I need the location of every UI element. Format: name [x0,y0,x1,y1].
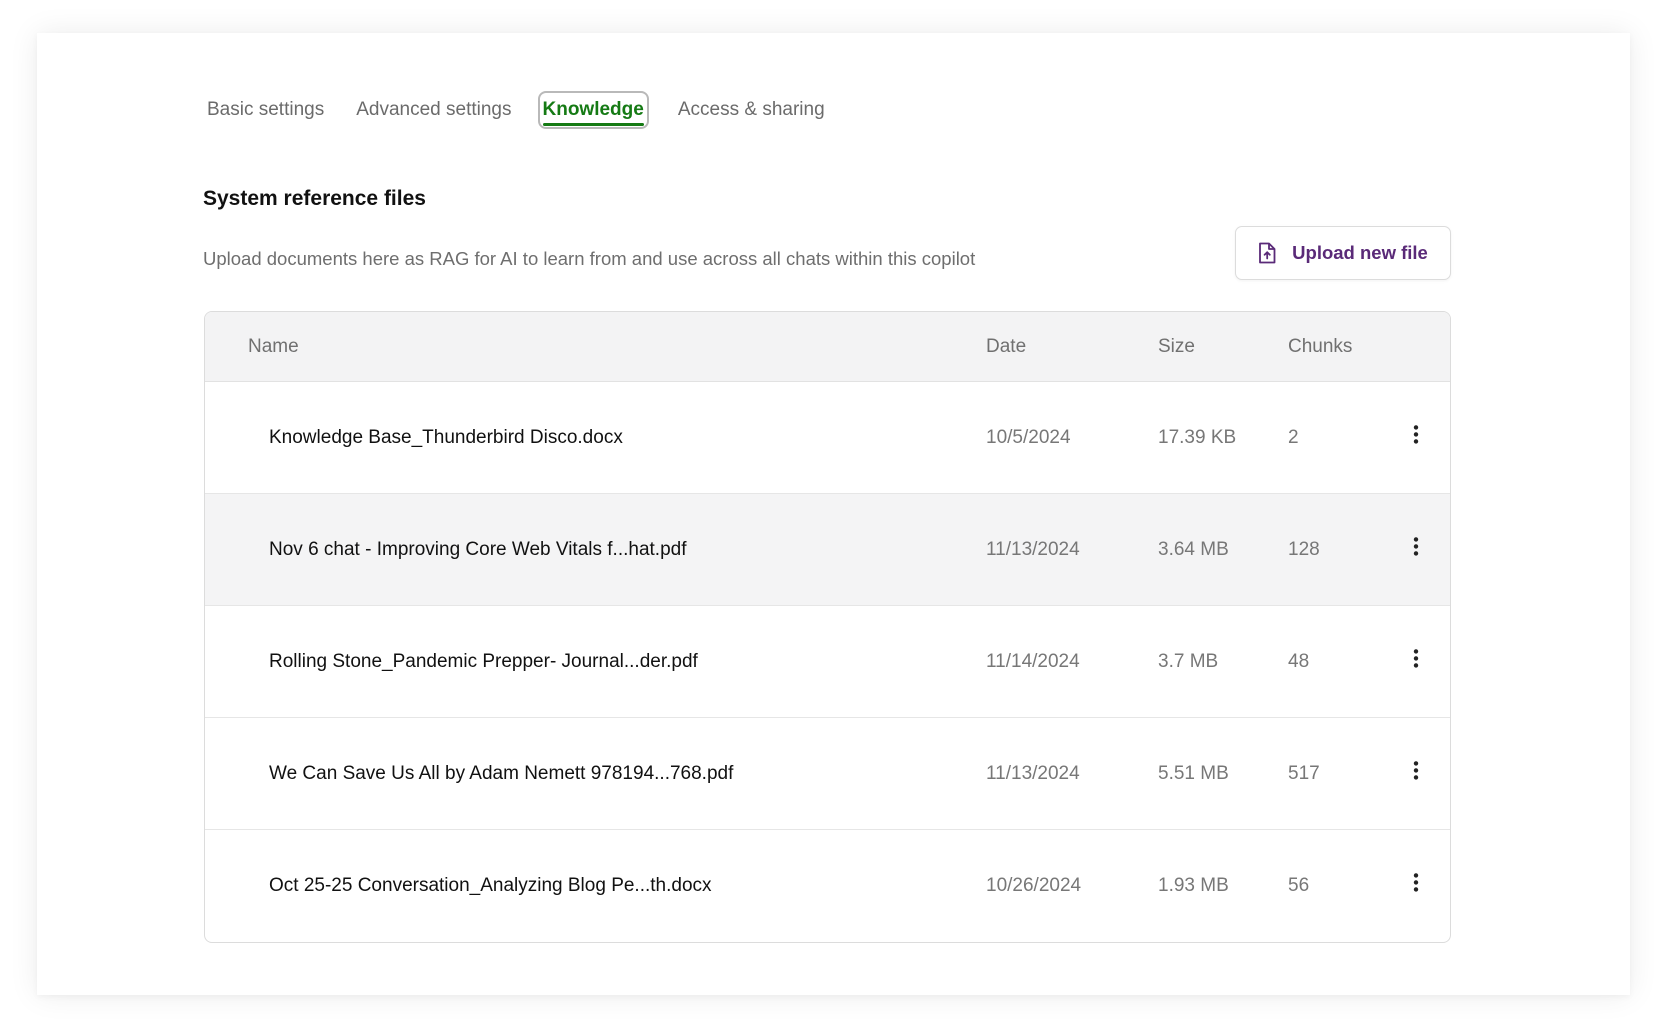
more-options-icon[interactable] [1405,755,1427,785]
file-date: 10/26/2024 [986,875,1082,896]
table-row[interactable]: Rolling Stone_Pandemic Prepper- Journal.… [205,606,1450,718]
settings-card: Basic settings Advanced settings Knowled… [37,33,1630,995]
column-header-size[interactable]: Size [1158,336,1195,358]
file-date: 11/14/2024 [986,650,1080,672]
file-name: Rolling Stone_Pandemic Prepper- Journal.… [269,650,698,672]
table-row[interactable]: Oct 25-25 Conversation_Analyzing Blog Pe… [205,830,1450,942]
file-chunks: 2 [1288,426,1299,448]
file-chunks: 128 [1288,538,1320,560]
file-size: 3.7 MB [1158,650,1219,672]
section-description: Upload documents here as RAG for AI to l… [203,248,976,269]
file-size: 1.93 MB [1158,875,1229,896]
more-options-icon[interactable] [1405,531,1427,561]
column-header-date[interactable]: Date [986,336,1026,358]
upload-button-label: Upload new file [1292,242,1428,263]
file-date: 10/5/2024 [986,426,1071,448]
file-date: 11/13/2024 [986,762,1080,784]
tab-basic-settings[interactable]: Basic settings [203,91,328,129]
table-row[interactable]: Nov 6 chat - Improving Core Web Vitals f… [205,494,1450,606]
file-name: Knowledge Base_Thunderbird Disco.docx [269,426,623,448]
upload-new-file-button[interactable]: Upload new file [1235,226,1451,280]
table-row[interactable]: Knowledge Base_Thunderbird Disco.docx 10… [205,382,1450,494]
file-name: We Can Save Us All by Adam Nemett 978194… [269,762,734,784]
file-size: 17.39 KB [1158,426,1237,448]
more-options-icon[interactable] [1405,643,1427,673]
tab-knowledge[interactable]: Knowledge [537,91,649,129]
files-table: Name Date Size Chunks Knowledge Base_Thu… [204,311,1451,943]
more-options-icon[interactable] [1405,867,1427,897]
tab-access-sharing[interactable]: Access & sharing [674,91,829,129]
file-chunks: 48 [1288,650,1310,672]
file-name: Oct 25-25 Conversation_Analyzing Blog Pe… [269,875,712,896]
column-header-chunks[interactable]: Chunks [1288,336,1352,358]
table-header: Name Date Size Chunks [205,312,1450,382]
file-size: 3.64 MB [1158,538,1229,560]
table-row[interactable]: We Can Save Us All by Adam Nemett 978194… [205,718,1450,830]
tab-bar: Basic settings Advanced settings Knowled… [203,91,853,129]
file-date: 11/13/2024 [986,538,1080,560]
file-size: 5.51 MB [1158,762,1229,784]
file-upload-icon [1259,242,1276,264]
file-chunks: 56 [1288,875,1310,896]
tab-advanced-settings[interactable]: Advanced settings [352,91,515,129]
file-name: Nov 6 chat - Improving Core Web Vitals f… [269,538,687,560]
section-title: System reference files [203,187,426,210]
more-options-icon[interactable] [1405,419,1427,449]
column-header-name[interactable]: Name [248,336,299,358]
file-chunks: 517 [1288,762,1320,784]
